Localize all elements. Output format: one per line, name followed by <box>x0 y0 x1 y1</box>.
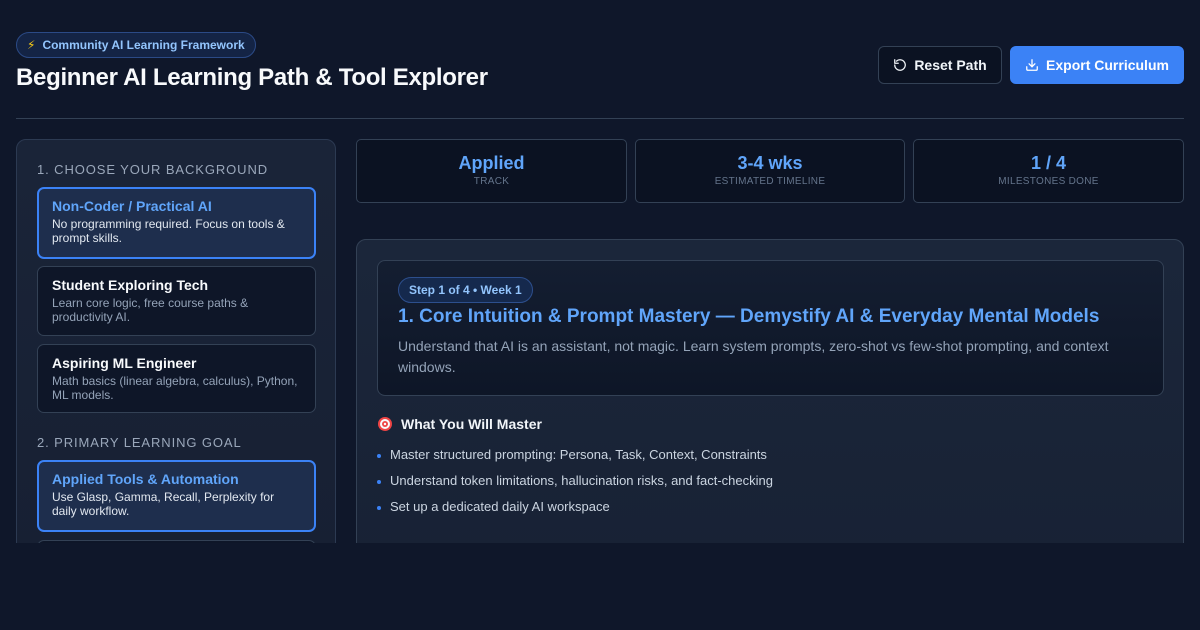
background-heading: 1. CHOOSE YOUR BACKGROUND <box>37 162 269 177</box>
option-desc: Math basics (linear algebra, calculus), … <box>52 374 298 402</box>
background-option-student[interactable]: Student Exploring Tech Learn core logic,… <box>37 266 316 336</box>
stat-label: ESTIMATED TIMELINE <box>714 176 826 187</box>
goal-option-applied-tools[interactable]: Applied Tools & Automation Use Glasp, Ga… <box>37 460 316 532</box>
list-item: Set up a dedicated daily AI workspace <box>377 498 773 524</box>
background-option-non-coder[interactable]: Non-Coder / Practical AI No programming … <box>37 187 316 259</box>
stat-value: 3-4 wks <box>737 153 803 173</box>
lightning-icon: ⚡ <box>27 38 36 52</box>
stat-value: Applied <box>458 153 525 173</box>
stat-milestones: 1 / 4 MILESTONES DONE <box>913 139 1184 203</box>
mastery-list: Master structured prompting: Persona, Ta… <box>377 446 773 524</box>
option-title: Student Exploring Tech <box>52 277 209 293</box>
page: ⚡ Community AI Learning Framework Beginn… <box>0 0 1200 630</box>
viewport-cutoff <box>0 543 1200 630</box>
step-pill: Step 1 of 4 • Week 1 <box>398 277 533 303</box>
export-curriculum-button[interactable]: Export Curriculum <box>1010 46 1184 84</box>
option-title: Non-Coder / Practical AI <box>52 198 212 214</box>
option-title: Applied Tools & Automation <box>52 471 239 487</box>
reset-path-button[interactable]: Reset Path <box>878 46 1002 84</box>
stat-label: TRACK <box>473 176 510 187</box>
option-desc: Learn core logic, free course paths & pr… <box>52 296 249 324</box>
background-option-ml-engineer[interactable]: Aspiring ML Engineer Math basics (linear… <box>37 344 316 413</box>
step-card: Step 1 of 4 • Week 1 1. Core Intuition &… <box>356 239 1184 559</box>
export-curriculum-label: Export Curriculum <box>1046 57 1169 73</box>
option-desc: Use Glasp, Gamma, Recall, Perplexity for… <box>52 490 275 518</box>
target-icon <box>378 417 392 431</box>
step-title: 1. Core Intuition & Prompt Mastery — Dem… <box>398 306 1100 327</box>
step-header-box: Step 1 of 4 • Week 1 1. Core Intuition &… <box>377 260 1164 396</box>
page-title: Beginner AI Learning Path & Tool Explore… <box>16 64 488 91</box>
stat-timeline: 3-4 wks ESTIMATED TIMELINE <box>635 139 905 203</box>
framework-badge: ⚡ Community AI Learning Framework <box>16 32 256 58</box>
mastery-heading-label: What You Will Master <box>401 416 542 432</box>
mastery-heading: What You Will Master <box>377 416 542 432</box>
reset-path-label: Reset Path <box>914 57 987 73</box>
stat-label: MILESTONES DONE <box>998 176 1099 187</box>
goal-heading: 2. PRIMARY LEARNING GOAL <box>37 435 242 450</box>
option-title: Aspiring ML Engineer <box>52 355 197 371</box>
option-desc: No programming required. Focus on tools … <box>52 217 285 245</box>
list-item: Understand token limitations, hallucinat… <box>377 472 773 498</box>
framework-badge-label: Community AI Learning Framework <box>42 38 245 52</box>
stat-track: Applied TRACK <box>356 139 627 203</box>
list-item: Master structured prompting: Persona, Ta… <box>377 446 773 472</box>
step-description: Understand that AI is an assistant, not … <box>398 338 1109 375</box>
sidebar: 1. CHOOSE YOUR BACKGROUND Non-Coder / Pr… <box>16 139 336 559</box>
stat-value: 1 / 4 <box>1030 153 1067 173</box>
reset-icon <box>894 59 907 71</box>
download-icon <box>1026 59 1038 71</box>
header-divider <box>16 118 1184 119</box>
